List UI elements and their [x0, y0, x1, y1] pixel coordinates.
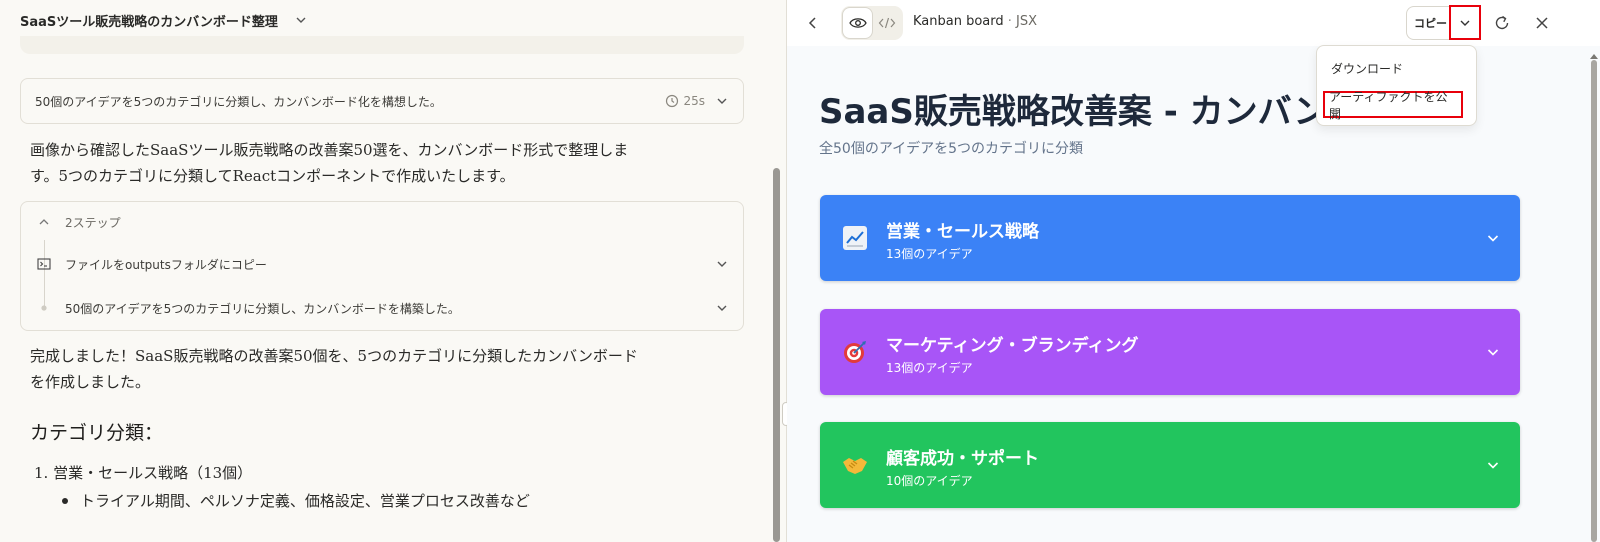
- category-name: マーケティング・ブランディング: [886, 336, 1139, 356]
- bullet-dot: [62, 497, 68, 504]
- step-label: ファイルをoutputsフォルダにコピー: [65, 257, 267, 272]
- copy-options-dropdown[interactable]: [1449, 5, 1481, 40]
- eye-icon: [848, 18, 867, 28]
- chat-header: SaaSツール販売戦略のカンバンボード整理: [0, 0, 786, 40]
- category-count: 13個のアイデア: [886, 247, 973, 261]
- previous-message-card: [20, 36, 744, 54]
- copy-button[interactable]: コピー: [1406, 6, 1454, 40]
- category-card[interactable]: マーケティング・ブランディング 13個のアイデア: [820, 309, 1520, 395]
- close-button[interactable]: [1529, 10, 1555, 36]
- chevron-down-icon: [1487, 349, 1499, 356]
- assistant-done: 完成しました！SaaS販売戦略の改善案50個を、5つのカテゴリに分類したカンバン…: [30, 343, 720, 395]
- artifact-toolbar: Kanban board · JSX コピー: [787, 0, 1600, 46]
- artifact-preview: SaaS販売戦略改善案 - カンバンボード 全50個のアイデアを5つのカテゴリに…: [787, 46, 1600, 542]
- thinking-duration: 25s: [683, 94, 705, 108]
- done-line: 完成しました！SaaS販売戦略の改善案50個を、5つのカテゴリに分類したカンバン…: [30, 347, 638, 365]
- view-toggle: [841, 6, 903, 40]
- chevron-up-icon: [39, 219, 49, 225]
- assistant-intro: 画像から確認したSaaSツール販売戦略の改善案50選を、カンバンボード形式で整理…: [30, 137, 720, 189]
- board-subtitle: 全50個のアイデアを5つのカテゴリに分類: [819, 141, 1084, 157]
- category-card[interactable]: 顧客成功・サポート 10個のアイデア: [820, 422, 1520, 508]
- copy-options-menu: ダウンロード アーティファクトを公開: [1316, 45, 1477, 126]
- refresh-icon: [1495, 15, 1509, 30]
- step-label: 50個のアイデアを5つのカテゴリに分類し、カンバンボードを構築した。: [65, 301, 460, 316]
- category-name: 営業・セールス戦略: [886, 222, 1039, 242]
- step-item[interactable]: 50個のアイデアを5つのカテゴリに分類し、カンバンボードを構築した。: [21, 296, 745, 320]
- code-tab[interactable]: [872, 8, 901, 38]
- category-heading: カテゴリ分類：: [30, 422, 164, 444]
- intro-line: 画像から確認したSaaSツール販売戦略の改善案50選を、カンバンボード形式で整理…: [30, 141, 629, 159]
- chevron-down-icon: [1487, 462, 1499, 469]
- close-icon: [1536, 17, 1548, 29]
- category-count: 10個のアイデア: [886, 474, 973, 488]
- category-card[interactable]: 営業・セールス戦略 13個のアイデア: [820, 195, 1520, 281]
- publish-artifact-menu-item[interactable]: アーティファクトを公開: [1323, 90, 1463, 121]
- intro-line: す。5つのカテゴリに分類してReactコンポーネントで作成いたします。: [30, 167, 515, 185]
- steps-summary[interactable]: 2ステップ: [21, 212, 745, 232]
- list-item: 1. 営業・セールス戦略（13個）: [34, 464, 253, 482]
- scrollbar-thumb[interactable]: [773, 168, 780, 542]
- title-separator: ·: [1003, 14, 1017, 29]
- chevron-left-icon: [808, 17, 816, 29]
- chat-title[interactable]: SaaSツール販売戦略のカンバンボード整理: [20, 11, 278, 30]
- artifact-pane: Kanban board · JSX コピー SaaS販売戦略改善案 - カンバ…: [787, 0, 1600, 542]
- step-item[interactable]: ファイルをoutputsフォルダにコピー: [21, 252, 745, 276]
- chevron-down-icon[interactable]: [294, 13, 308, 27]
- handshake-icon: [842, 452, 868, 478]
- artifact-name: Kanban board · JSX: [913, 14, 1037, 29]
- target-icon: [842, 339, 868, 365]
- scrollbar-thumb[interactable]: [1591, 60, 1597, 542]
- bullet-item: トライアル期間、ペルソナ定義、価格設定、営業プロセス改善など: [62, 490, 530, 511]
- artifact-title: Kanban board: [913, 14, 1004, 29]
- dot-icon: [41, 305, 47, 311]
- chevron-down-icon[interactable]: [715, 257, 729, 271]
- download-menu-item[interactable]: ダウンロード: [1325, 56, 1409, 80]
- back-button[interactable]: [801, 11, 825, 35]
- done-line: を作成しました。: [30, 373, 151, 391]
- chevron-down-icon[interactable]: [715, 301, 729, 315]
- bullet-text: トライアル期間、ペルソナ定義、価格設定、営業プロセス改善など: [80, 492, 530, 510]
- terminal-icon: [37, 258, 51, 270]
- category-name: 顧客成功・サポート: [886, 449, 1039, 469]
- chart-icon: [842, 225, 868, 251]
- chat-pane: SaaSツール販売戦略のカンバンボード整理 50個のアイデアを5つのカテゴリに分…: [0, 0, 786, 542]
- preview-tab[interactable]: [843, 8, 872, 38]
- clock-icon: [666, 94, 679, 108]
- artifact-type: JSX: [1016, 14, 1038, 29]
- steps-panel: 2ステップ ファイルをoutputsフォルダにコピー 50個のアイデアを5つのカ…: [20, 201, 744, 331]
- refresh-button[interactable]: [1489, 10, 1515, 36]
- category-count: 13個のアイデア: [886, 361, 973, 375]
- scroll-up-arrow[interactable]: [1590, 54, 1598, 59]
- chevron-down-icon[interactable]: [715, 94, 729, 108]
- code-icon: [878, 17, 895, 29]
- thinking-summary[interactable]: 50個のアイデアを5つのカテゴリに分類し、カンバンボード化を構想した。 25s: [20, 78, 744, 124]
- chevron-down-icon: [1487, 235, 1499, 242]
- thinking-text: 50個のアイデアを5つのカテゴリに分類し、カンバンボード化を構想した。: [35, 94, 442, 109]
- steps-summary-label: 2ステップ: [65, 215, 121, 230]
- chevron-down-icon: [1460, 20, 1470, 26]
